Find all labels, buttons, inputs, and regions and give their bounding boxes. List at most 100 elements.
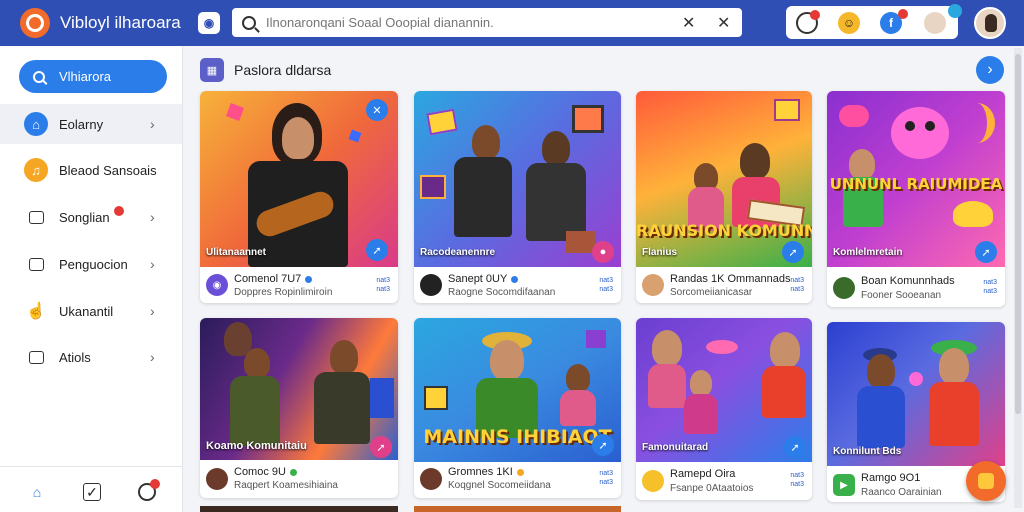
card-title[interactable]: Gromnes 1KI (448, 466, 524, 478)
next-button[interactable]: › (976, 56, 1004, 84)
channel-avatar[interactable] (642, 274, 664, 296)
card-title[interactable]: Randas 1K Ommannads (670, 273, 790, 285)
card-action-button[interactable]: ➚ (975, 241, 997, 263)
card-action-button[interactable]: ➚ (782, 241, 804, 263)
card-thumbnail[interactable]: Konnilunt Bds (827, 322, 1005, 466)
card-action-button[interactable]: ● (592, 241, 614, 263)
sidebar-item-label: Penguocion (59, 256, 128, 272)
card-thumbnail[interactable]: Famonuitarad ➚ (636, 318, 812, 462)
history-badge (150, 479, 160, 489)
card-subtitle: Sorcomeiianicasar (670, 287, 753, 298)
sidebar-search-button[interactable]: Vlhiarora (19, 60, 167, 93)
folder-icon (29, 210, 44, 224)
card-title[interactable]: Sanept 0UY (448, 273, 519, 285)
card-title[interactable]: Boan Komunnhads (861, 275, 955, 287)
chevron-right-icon: › (150, 116, 155, 132)
card-thumbnail[interactable]: ✕ Ulitanaannet ➚ (200, 91, 398, 267)
card-thumbnail[interactable]: Racodeanennre ● (414, 91, 621, 267)
card-subtitle: Raqpert Koamesihiaina (234, 480, 338, 491)
card-subtitle: Raogne Socomdifaanan (448, 287, 556, 298)
section-title: Paslora dldarsa (234, 62, 332, 78)
sidebar-item-label: Eolarny (59, 116, 104, 132)
card-title[interactable]: Ramepd Oira (670, 468, 735, 480)
sidebar-item-atiols[interactable]: Atiols › (0, 337, 182, 377)
card-overlay-label: Racodeanennre (420, 247, 496, 258)
moon-decoration (959, 103, 995, 143)
card-stats: nat3nat3 (599, 470, 613, 486)
search-input[interactable] (266, 15, 666, 30)
card-title[interactable]: Ramgo 9O1 (861, 472, 920, 484)
sidebar-item-label: Songlian (59, 209, 110, 225)
person-face (566, 364, 590, 392)
content-card[interactable]: RAUNSION KOMUNNS Flanius ➚ Randas 1K Omm… (636, 91, 812, 303)
scrollbar-thumb[interactable] (1015, 54, 1021, 414)
card-thumbnail[interactable]: Koamo Komunitaiu ➚ (200, 318, 398, 460)
home-nav-icon[interactable]: ⌂ (28, 483, 46, 501)
top-actions: ☺ f (786, 4, 962, 39)
card-action-button[interactable]: ➚ (366, 239, 388, 261)
info-badge (948, 4, 962, 18)
profile-mini-icon[interactable] (924, 12, 946, 34)
search-bar: ✕ ✕ (232, 8, 742, 37)
content-card[interactable]: Racodeanennre ● Sanept 0UY Raogne Socomd… (414, 91, 621, 303)
content-card[interactable]: ✕ Ulitanaannet ➚ ◉ Comenol 7U7 Doppres R… (200, 91, 398, 303)
sidebar-item-sounds[interactable]: ♫ Bleaod Sansoais (0, 150, 182, 190)
screen-decoration (370, 378, 394, 418)
photo-decoration (424, 386, 448, 410)
channel-avatar[interactable] (420, 274, 442, 296)
card-action-button[interactable]: ➚ (370, 436, 392, 458)
partial-card[interactable] (414, 506, 621, 512)
card-overlay-label: Konnilunt Bds (833, 446, 902, 457)
chevron-right-icon: › (150, 209, 155, 225)
sidebar-item-ukanantil[interactable]: ☝ Ukanantil › (0, 291, 182, 331)
image-icon (29, 257, 44, 271)
person-body (762, 366, 806, 418)
content-card[interactable]: MAINNS IHIBIAQT ➚ Gromnes 1KI Koqgnel So… (414, 318, 621, 498)
sidebar-item-penguocion[interactable]: Penguocion › (0, 244, 182, 284)
person-body (560, 390, 596, 426)
verified-icon (511, 275, 519, 283)
photo-decoration (774, 99, 800, 121)
user-avatar[interactable] (974, 7, 1006, 39)
card-thumbnail[interactable]: RAUNSION KOMUNNS Flanius ➚ (636, 91, 812, 267)
card-overlay-label: Famonuitarad (642, 442, 709, 453)
card-thumbnail[interactable]: UNNUNL RAIUMIDEA Komlelmretain ➚ (827, 91, 1005, 267)
create-fab-button[interactable] (966, 461, 1006, 501)
card-title[interactable]: Comenol 7U7 (234, 273, 313, 285)
sidebar-item-songs[interactable]: Songlian › (0, 197, 182, 237)
card-banner-title: UNNUNL RAIUMIDEA (829, 175, 1003, 193)
verified-icon (305, 275, 313, 283)
channel-avatar[interactable] (420, 468, 442, 490)
bottom-nav: ⌂ ✓ (0, 466, 182, 512)
card-title[interactable]: Comoc 9U (234, 466, 297, 478)
content-card[interactable]: UNNUNL RAIUMIDEA Komlelmretain ➚ Boan Ko… (827, 91, 1005, 307)
card-action-button[interactable]: ➚ (592, 434, 614, 456)
sidebar-item-home[interactable]: ⌂ Eolarny › (0, 104, 182, 144)
channel-avatar[interactable]: ◉ (206, 274, 228, 296)
content-card[interactable]: Famonuitarad ➚ Ramepd Oira Fsanpe 0Ataat… (636, 318, 812, 500)
card-subtitle: Raanco Oarainian (861, 487, 942, 498)
emoji-icon[interactable]: ☺ (838, 12, 860, 34)
app-logo[interactable] (20, 8, 50, 38)
close-search-icon[interactable]: ✕ (717, 13, 730, 33)
content-card[interactable]: Koamo Komunitaiu ➚ Comoc 9U Raqpert Koam… (200, 318, 398, 498)
card-thumbnail[interactable]: MAINNS IHIBIAQT ➚ (414, 318, 621, 462)
person-face (490, 340, 524, 380)
channel-avatar[interactable] (833, 277, 855, 299)
person-face (740, 143, 770, 179)
channel-avatar[interactable] (206, 468, 228, 490)
partial-card[interactable] (200, 506, 398, 512)
card-close-button[interactable]: ✕ (366, 99, 388, 121)
channel-avatar[interactable] (642, 470, 664, 492)
clear-search-icon[interactable]: ✕ (682, 13, 695, 33)
card-stats: nat3nat3 (599, 277, 613, 293)
candy-decoration (706, 340, 738, 354)
sidebar-item-label: Bleaod Sansoais (59, 162, 157, 178)
edit-nav-icon[interactable]: ✓ (83, 483, 101, 501)
chart-icon (29, 350, 44, 364)
bookmark-icon[interactable]: ◉ (198, 12, 220, 34)
card-action-button[interactable]: ➚ (784, 436, 806, 458)
person-body (648, 364, 686, 408)
top-bar: Vibloyl ilharoara ◉ ✕ ✕ ☺ f (0, 0, 1024, 46)
channel-avatar[interactable]: ▶ (833, 474, 855, 496)
